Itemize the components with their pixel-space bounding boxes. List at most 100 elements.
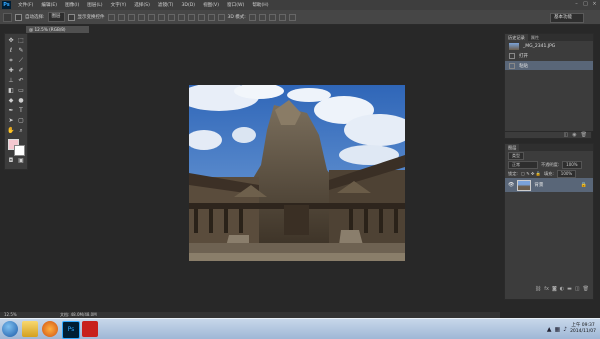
crop-tool-icon[interactable]: ⌗	[7, 57, 15, 65]
menu-image[interactable]: 图像(I)	[61, 2, 83, 8]
mask-icon[interactable]: ◙	[552, 286, 557, 292]
new-snapshot-icon[interactable]: ◉	[572, 132, 576, 138]
menu-view[interactable]: 视图(V)	[199, 2, 223, 8]
move-tool-icon[interactable]	[3, 12, 12, 22]
layer-background[interactable]: 👁 背景 🔒	[505, 178, 593, 192]
distribute-right-icon[interactable]	[217, 13, 225, 21]
clone-stamp-icon[interactable]: ⊥	[7, 77, 15, 85]
distribute-left-icon[interactable]	[197, 13, 205, 21]
eyedropper-tool-icon[interactable]: ⟋	[17, 57, 25, 65]
fx-icon[interactable]: fx	[544, 286, 549, 292]
menu-file[interactable]: 文件(F)	[14, 2, 37, 8]
scale-3d-icon[interactable]	[288, 13, 296, 21]
photoshop-taskbar-icon[interactable]: Ps	[62, 321, 80, 339]
folder-icon[interactable]: ▬	[567, 286, 572, 292]
dodge-tool-icon[interactable]: ●	[17, 97, 25, 105]
menu-help[interactable]: 帮助(H)	[248, 2, 272, 8]
background-color-swatch[interactable]	[14, 145, 25, 156]
link-layers-icon[interactable]: ⛓	[535, 286, 541, 292]
align-left-icon[interactable]	[137, 13, 145, 21]
distribute-vcenter-icon[interactable]	[177, 13, 185, 21]
menu-layer[interactable]: 图层(L)	[83, 2, 106, 8]
tab-history[interactable]: 历史记录	[505, 34, 528, 41]
open-state-icon	[509, 53, 515, 59]
new-layer-icon[interactable]: ◫	[575, 286, 580, 292]
menu-3d[interactable]: 3D(D)	[177, 3, 199, 8]
volume-icon[interactable]: ♪	[563, 326, 567, 333]
blend-mode-dropdown[interactable]: 正常	[508, 160, 538, 169]
history-state-open[interactable]: 打开	[505, 51, 593, 61]
history-panel-footer: ◫ ◉ 🗑	[504, 131, 592, 139]
layer-kind-filter[interactable]: 类型	[508, 151, 524, 160]
screen-mode-icon[interactable]: ▣	[17, 157, 25, 165]
eraser-tool-icon[interactable]: ◧	[7, 87, 15, 95]
shape-tool-icon[interactable]: ▢	[17, 117, 25, 125]
align-top-icon[interactable]	[107, 13, 115, 21]
workspace-dropdown[interactable]: 基本功能	[550, 13, 584, 23]
history-brush-icon[interactable]: ↶	[17, 77, 25, 85]
fill-field[interactable]: 100%	[556, 169, 577, 178]
marquee-tool-icon[interactable]: ⬚	[17, 37, 25, 45]
auto-select-checkbox[interactable]	[15, 13, 22, 21]
align-hcenter-icon[interactable]	[147, 13, 155, 21]
lock-icons[interactable]: ▢ ✎ ✥ 🔒	[521, 171, 541, 177]
rotate-3d-icon[interactable]	[248, 13, 256, 21]
new-document-icon[interactable]: ◫	[564, 132, 569, 138]
explorer-icon[interactable]	[22, 321, 38, 337]
blur-tool-icon[interactable]: ◆	[7, 97, 15, 105]
media-player-icon[interactable]	[42, 321, 58, 337]
trash-icon[interactable]: 🗑	[581, 132, 587, 138]
opacity-field[interactable]: 100%	[562, 160, 582, 169]
start-button[interactable]	[2, 321, 18, 337]
menu-window[interactable]: 窗口(W)	[223, 2, 248, 8]
menu-type[interactable]: 文字(Y)	[107, 2, 131, 8]
clock[interactable]: 上午 09:37 2014/11/07	[570, 323, 596, 335]
document-image[interactable]	[189, 85, 405, 261]
zoom-level[interactable]: 12.5%	[4, 312, 17, 317]
distribute-top-icon[interactable]	[167, 13, 175, 21]
align-vcenter-icon[interactable]	[117, 13, 125, 21]
trash-icon[interactable]: 🗑	[583, 286, 589, 292]
healing-brush-icon[interactable]: ✚	[7, 67, 15, 75]
brush-tool-icon[interactable]: ✐	[17, 67, 25, 75]
auto-select-dropdown[interactable]: 图层	[47, 12, 65, 22]
taskbar: Ps ▲ ▦ ♪ 上午 09:37 2014/11/07	[0, 318, 600, 339]
acrobat-icon[interactable]	[82, 321, 98, 337]
document-tab[interactable]: @ 12.5% (RGB/8)	[26, 26, 89, 33]
lasso-tool-icon[interactable]: ℓ	[7, 47, 15, 55]
history-panel: 历史记录 属性 _MG_2341.JPG 打开 粘贴	[504, 33, 594, 71]
layers-panel-tabs: 图层	[505, 144, 593, 151]
zoom-tool-icon[interactable]: ⌕	[17, 127, 25, 135]
minimize-icon[interactable]: –	[573, 1, 580, 8]
roll-3d-icon[interactable]	[258, 13, 266, 21]
distribute-hcenter-icon[interactable]	[207, 13, 215, 21]
menu-edit[interactable]: 编辑(E)	[37, 2, 61, 8]
hand-tool-icon[interactable]: ✋	[7, 127, 15, 135]
align-bottom-icon[interactable]	[127, 13, 135, 21]
pen-tool-icon[interactable]: ✒	[7, 107, 15, 115]
opacity-label: 不透明度:	[541, 161, 560, 167]
network-icon[interactable]: ▦	[555, 326, 561, 333]
quick-select-tool-icon[interactable]: ✎	[17, 47, 25, 55]
quick-mask-icon[interactable]: ◘	[7, 157, 15, 165]
maximize-icon[interactable]: □	[582, 1, 589, 8]
distribute-bottom-icon[interactable]	[187, 13, 195, 21]
drag-3d-icon[interactable]	[268, 13, 276, 21]
snapshot-name: _MG_2341.JPG	[523, 43, 556, 49]
move-tool-icon[interactable]: ✥	[7, 37, 15, 45]
slide-3d-icon[interactable]	[278, 13, 286, 21]
align-right-icon[interactable]	[157, 13, 165, 21]
path-select-icon[interactable]: ➤	[7, 117, 15, 125]
menu-filter[interactable]: 滤镜(T)	[154, 2, 178, 8]
menu-select[interactable]: 选择(S)	[130, 2, 154, 8]
tab-properties[interactable]: 属性	[528, 34, 542, 41]
type-tool-icon[interactable]: T	[17, 107, 25, 115]
eye-icon[interactable]: 👁	[508, 182, 514, 188]
tray-expand-icon[interactable]: ▲	[547, 326, 552, 333]
close-icon[interactable]: ×	[591, 1, 598, 8]
gradient-tool-icon[interactable]: ▭	[17, 87, 25, 95]
show-transform-checkbox[interactable]	[67, 13, 75, 21]
history-snapshot[interactable]: _MG_2341.JPG	[505, 41, 593, 51]
tab-layers[interactable]: 图层	[505, 144, 520, 151]
adjustment-icon[interactable]: ◐	[560, 286, 564, 292]
